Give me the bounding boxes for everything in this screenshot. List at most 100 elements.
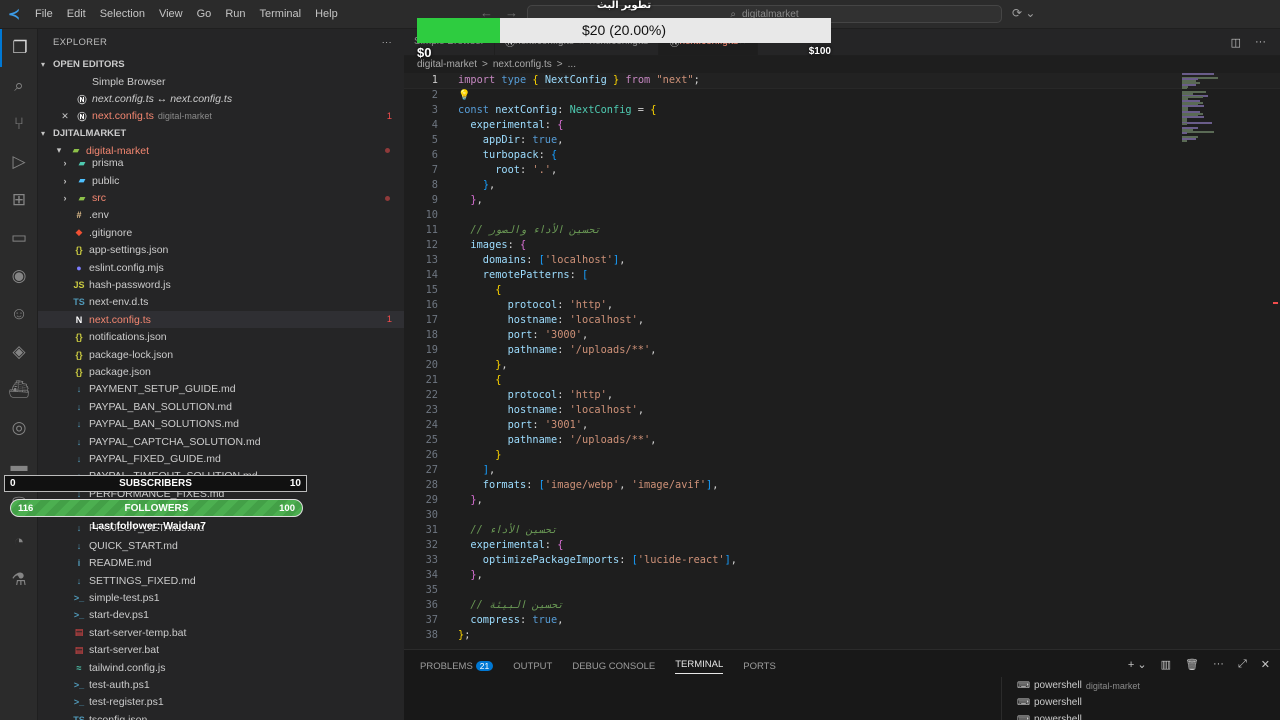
minimap[interactable] [1176,73,1266,143]
code-text: protocol: 'http', [458,388,613,403]
kill-terminal-icon[interactable]: 🗑 [1185,658,1199,671]
python-icon[interactable]: ◉ [0,257,38,295]
file-tree-item[interactable]: >_ test-register.ps1 [38,694,404,711]
file-tree-item[interactable]: ↓ PAYPAL_BAN_SOLUTIONS.md [38,415,404,432]
file-tree-item[interactable]: ↓ PAYPAL_CAPTCHA_SOLUTION.md [38,433,404,450]
file-tree-item[interactable]: i README.md [38,555,404,572]
file-tree-item[interactable]: ● eslint.config.mjs [38,259,404,276]
source-control-icon[interactable]: ⑂ [0,105,38,143]
file-tree-item[interactable]: # .env [38,207,404,224]
terminal-item[interactable]: ⌨ powershell [1002,711,1280,720]
file-tree-item[interactable]: ↓ PAYPAL_BAN_SOLUTION.md [38,398,404,415]
run-debug-icon[interactable]: ▷ [0,143,38,181]
file-tree-item[interactable]: {} package.json [38,363,404,380]
terminal-item[interactable]: ⌨ powershell digital-market [1002,677,1280,694]
code-token: remotePatterns [458,269,570,281]
file-tree-item[interactable]: ↓ QUICK_START.md [38,537,404,554]
chat-icon[interactable]: ◎ [0,409,38,447]
debug-icon[interactable]: ◔ [0,523,38,561]
file-tree-item[interactable]: ▤ start-server-temp.bat [38,624,404,641]
more-actions-icon[interactable]: ··· [382,37,392,48]
editor-scrollbar[interactable] [1270,73,1280,649]
open-editor-item[interactable]: ✕ Ⓝnext.config.ts digital-market 1 [38,108,404,125]
file-name: README.md [89,557,152,570]
file-tree-item[interactable]: ↓ SETTINGS_FIXED.md [38,572,404,589]
file-tree-item[interactable]: ↓ PAYMENT_SETUP_GUIDE.md [38,381,404,398]
file-tree-item[interactable]: TS tsconfig.json [38,711,404,720]
code-editor[interactable]: 1 import type { NextConfig } from "next";… [404,73,1280,649]
panel-tab-output[interactable]: OUTPUT [513,661,552,672]
file-tree-item[interactable]: ↓ PAYPAL_FIXED_GUIDE.md [38,450,404,467]
remote-explorer-icon[interactable]: ▭ [0,219,38,257]
file-icon: JS [73,279,85,290]
line-number: 9 [431,194,438,206]
copilot-icon[interactable]: ☺ [0,295,38,333]
terminal-item[interactable]: ⌨ powershell [1002,694,1280,711]
split-terminal-icon[interactable]: ▥ [1161,658,1171,671]
code-token: 'image/webp' [544,479,620,491]
copilot-icon[interactable]: ⟳ ⌄ [1012,6,1035,20]
open-editor-item[interactable]: Ⓝnext.config.ts ↔ next.config.ts [38,90,404,107]
code-token: , [476,494,483,506]
lightbulb-icon[interactable]: 💡 [458,88,470,103]
file-tree-item[interactable]: › ▰ public [38,172,404,189]
menu-item-file[interactable]: File [28,0,60,29]
search-icon[interactable]: ⌕ [0,67,38,105]
chevron-down-icon: ▾ [41,129,46,139]
panel-tab-ports[interactable]: PORTS [743,661,776,672]
file-tree-item[interactable]: ▤ start-server.bat [38,642,404,659]
panel-tab-label: DEBUG CONSOLE [572,661,656,672]
code-token: 'localhost' [569,314,638,326]
panel-tab-debug-console[interactable]: DEBUG CONSOLE [572,661,655,672]
file-tree-item[interactable]: › ▰ src [38,189,404,206]
docker-icon[interactable]: ⛴ [0,371,38,409]
line-number: 32 [425,539,438,551]
more-actions-icon[interactable]: ··· [1255,36,1266,49]
menu-item-edit[interactable]: Edit [60,0,93,29]
file-tree-item[interactable]: ◆ .gitignore [38,224,404,241]
file-icon: ● [76,262,82,273]
panel-tab-problems[interactable]: PROBLEMS 21 [420,661,494,672]
panel-tab-terminal[interactable]: TERMINAL [675,659,724,674]
line-number: 3 [431,104,438,116]
breadcrumb-item[interactable]: ... [568,59,576,70]
breadcrumb-item[interactable]: next.config.ts [493,59,552,70]
menu-item-help[interactable]: Help [308,0,345,29]
close-icon[interactable]: ✕ [58,111,72,122]
code-token: , [489,179,496,191]
file-tree-item[interactable]: {} package-lock.json [38,346,404,363]
file-tree-item[interactable]: ≈ tailwind.config.js [38,659,404,676]
menu-item-view[interactable]: View [152,0,190,29]
code-token: hostname [458,314,558,326]
split-editor-icon[interactable]: ◫ [1231,36,1241,49]
more-actions-icon[interactable]: ··· [1213,658,1224,671]
file-tree-item[interactable]: JS hash-password.js [38,276,404,293]
extensions-icon[interactable]: ⊞ [0,181,38,219]
open-editors-section[interactable]: ▾ OPEN EDITORS [38,56,404,73]
file-tree-item[interactable]: {} notifications.json [38,328,404,345]
explorer-icon[interactable]: ❐ [0,29,38,67]
menu-item-run[interactable]: Run [218,0,252,29]
menu-item-go[interactable]: Go [190,0,219,29]
new-terminal-icon[interactable]: + ⌄ [1128,658,1147,671]
breadcrumb-item[interactable]: digital-market [417,59,477,70]
maximize-panel-icon[interactable]: ⤢ [1238,658,1247,671]
file-tree-item[interactable]: TS next-env.d.ts [38,294,404,311]
file-tree-item[interactable]: › ▰ prisma [38,155,404,172]
file-tree-item[interactable]: Nnext.config.ts 1 [38,311,404,329]
line-number: 22 [425,389,438,401]
menu-item-terminal[interactable]: Terminal [253,0,309,29]
menu-item-selection[interactable]: Selection [93,0,152,29]
code-token: nextConfig [495,104,558,116]
workspace-section[interactable]: ▾ DJITALMARKET [38,125,404,142]
file-tree-item[interactable]: {} app-settings.json [38,242,404,259]
file-tree-item[interactable]: >_ simple-test.ps1 [38,589,404,606]
activity-bar: ❐⌕⑂▷⊞▭◉☺◈⛴◎▬⛁◔⚗ [0,29,38,720]
container-icon[interactable]: ◈ [0,333,38,371]
open-editor-item[interactable]: Simple Browser [38,73,404,90]
file-tree-item[interactable]: >_ start-dev.ps1 [38,607,404,624]
file-icon: ◆ [75,227,83,238]
close-panel-icon[interactable]: ✕ [1261,658,1270,671]
test-icon[interactable]: ⚗ [0,561,38,599]
file-tree-item[interactable]: >_ test-auth.ps1 [38,676,404,693]
